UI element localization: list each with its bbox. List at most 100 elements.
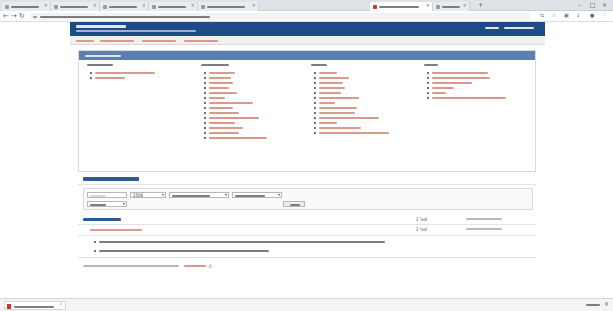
- divider: [78, 224, 536, 225]
- browser-tab-strip: × × × × × × × + – □ ×: [0, 0, 613, 11]
- list-item[interactable]: [204, 135, 304, 140]
- browser-menu-icon[interactable]: ⋮: [602, 12, 607, 21]
- list-item[interactable]: [90, 75, 180, 80]
- report-row-count: 2 ไฟล์: [416, 227, 428, 232]
- header-link-home[interactable]: [485, 27, 499, 29]
- close-download-bar-icon[interactable]: ×: [604, 301, 609, 309]
- report-row-date: [466, 228, 502, 230]
- browser-tab-active[interactable]: ×: [370, 2, 433, 11]
- chevron-down-icon: ▾: [161, 192, 164, 197]
- search-button[interactable]: [283, 201, 305, 207]
- tab-favicon-icon: [201, 4, 205, 9]
- site-nav-bar: [70, 36, 545, 45]
- footer-count: 0: [209, 264, 212, 269]
- tab-title: [379, 5, 419, 8]
- browser-tab[interactable]: ×: [149, 2, 198, 11]
- back-arrow-icon[interactable]: ←: [3, 12, 9, 21]
- keyword-input[interactable]: [87, 192, 127, 198]
- divider: [78, 257, 536, 258]
- column-heading: [201, 64, 229, 66]
- tab-title: [207, 5, 245, 8]
- extensions-icon[interactable]: ▣: [564, 12, 569, 21]
- report-row-title[interactable]: [90, 229, 142, 231]
- nav-item[interactable]: [100, 39, 134, 42]
- chevron-down-icon: ▾: [122, 201, 125, 206]
- list-item[interactable]: [314, 130, 426, 135]
- tab-close-icon[interactable]: ×: [93, 3, 97, 9]
- group-title: [83, 218, 121, 221]
- address-bar[interactable]: [30, 13, 530, 20]
- forward-arrow-icon[interactable]: →: [11, 12, 17, 21]
- browser-tab[interactable]: ×: [2, 2, 51, 11]
- panel-column: [87, 64, 187, 169]
- minimize-icon[interactable]: –: [578, 2, 581, 9]
- url-text: [40, 15, 210, 18]
- tab-title: [11, 5, 39, 8]
- group-count: 2 ไฟล์: [416, 217, 428, 222]
- pdf-file-icon: [7, 304, 11, 309]
- browser-tab[interactable]: ×: [51, 2, 100, 11]
- tab-title: [109, 5, 137, 8]
- nav-item[interactable]: [142, 39, 176, 42]
- year-select[interactable]: 2566 ▾: [130, 192, 166, 198]
- tab-title: [442, 5, 460, 8]
- browser-tab[interactable]: ×: [198, 2, 259, 11]
- reload-icon[interactable]: ↻: [19, 12, 25, 21]
- panel-column: [201, 64, 313, 169]
- filter-form: 2566 ▾ ▾ ▾ ▾: [83, 188, 533, 210]
- header-link-contact[interactable]: [504, 27, 534, 29]
- category-select[interactable]: ▾: [169, 192, 229, 198]
- group-date: [466, 218, 502, 220]
- divider: [78, 184, 536, 185]
- department-select[interactable]: ▾: [232, 192, 282, 198]
- bookmark-star-icon[interactable]: ☆: [552, 12, 556, 21]
- site-header: [70, 22, 545, 36]
- tab-title: [60, 5, 88, 8]
- panel-heading: [85, 54, 121, 57]
- column-heading: [424, 64, 438, 66]
- nav-item[interactable]: [184, 39, 218, 42]
- column-heading: [311, 64, 327, 66]
- download-bar: ⌃ ×: [0, 298, 613, 311]
- panel-column: [311, 64, 431, 169]
- tab-favicon-icon: [373, 4, 377, 9]
- close-window-icon[interactable]: ×: [602, 2, 607, 9]
- show-all-downloads-link[interactable]: [586, 304, 600, 306]
- report-file-item[interactable]: [94, 239, 394, 244]
- tab-favicon-icon: [54, 4, 58, 9]
- site-title: [76, 25, 126, 28]
- tab-close-icon[interactable]: ×: [142, 3, 146, 9]
- category-panel: [78, 50, 536, 172]
- browser-tab[interactable]: ×: [433, 2, 470, 11]
- panel-header: [79, 51, 535, 60]
- panel-column: [424, 64, 532, 169]
- year-value: 2566: [133, 193, 144, 198]
- tab-close-icon[interactable]: ×: [252, 3, 256, 9]
- tab-close-icon[interactable]: ×: [44, 3, 48, 9]
- unit-select[interactable]: ▾: [87, 201, 127, 207]
- tab-close-icon[interactable]: ×: [191, 3, 195, 9]
- tab-favicon-icon: [5, 4, 9, 9]
- download-icon[interactable]: ↓: [576, 12, 580, 21]
- browser-toolbar: ← → ↻ ⇆ ☆ ▣ ↓ ● ⋮: [0, 11, 613, 22]
- download-item[interactable]: ⌃: [4, 301, 66, 310]
- divider: [78, 235, 536, 236]
- tab-close-icon[interactable]: ×: [463, 3, 467, 9]
- tab-favicon-icon: [436, 4, 440, 9]
- reports-title: [83, 177, 139, 181]
- download-filename: [14, 305, 54, 308]
- lock-icon: [33, 15, 37, 18]
- chevron-up-icon[interactable]: ⌃: [59, 302, 63, 310]
- footer-text: [83, 265, 179, 267]
- report-file-item[interactable]: [94, 248, 394, 253]
- maximize-icon[interactable]: □: [590, 2, 596, 9]
- new-tab-icon[interactable]: +: [478, 2, 483, 9]
- reports-section: 2566 ▾ ▾ ▾ ▾ 2 ไฟล์ 2 ไฟล์ 0: [78, 176, 536, 291]
- browser-tab[interactable]: ×: [100, 2, 149, 11]
- nav-item[interactable]: [76, 39, 94, 42]
- profile-avatar-icon[interactable]: ●: [590, 12, 594, 21]
- translate-icon[interactable]: ⇆: [540, 12, 544, 21]
- list-item[interactable]: [427, 95, 531, 100]
- footer-link[interactable]: [184, 265, 206, 267]
- tab-close-icon[interactable]: ×: [426, 3, 430, 9]
